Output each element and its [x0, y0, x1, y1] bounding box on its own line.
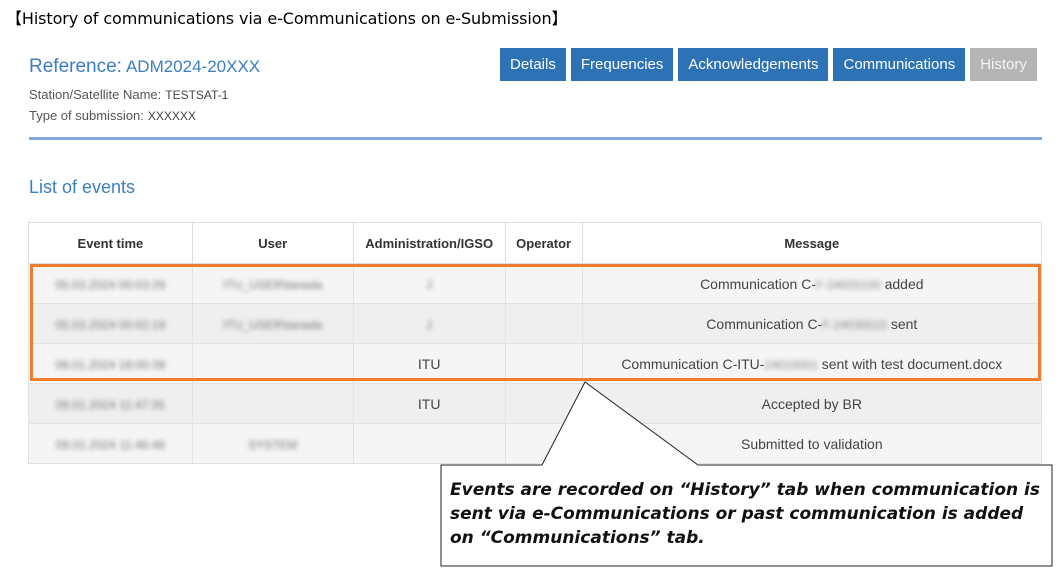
station-value: TESTSAT-1 — [165, 88, 229, 102]
administration-cell: J — [352, 303, 506, 344]
tab-acknowledgements[interactable]: Acknowledgements — [678, 48, 829, 81]
tab-details[interactable]: Details — [500, 48, 566, 81]
submission-type-value: XXXXXX — [147, 109, 196, 123]
operator-cell — [504, 383, 583, 424]
user-cell: SYSTEM — [191, 423, 354, 464]
event-time-cell: 09.01.2024 11:46:46 — [28, 423, 193, 464]
message-cell: Submitted to validation — [581, 423, 1043, 464]
tab-bar: Details Frequencies Acknowledgements Com… — [500, 48, 1037, 81]
message-cell: Communication C-F-24030015 sent — [581, 303, 1043, 344]
table-row[interactable]: 05.03.2024 00:03:29 ITU_USER\tanada J Co… — [28, 263, 1043, 304]
event-time-cell: 09.01.2024 11:47:35 — [28, 383, 193, 424]
document-title: 【History of communications via e-Communi… — [6, 9, 568, 28]
administration-cell: ITU — [352, 383, 506, 424]
station-info: Station/Satellite Name: TESTSAT-1 — [29, 87, 228, 102]
column-header-event-time[interactable]: Event time — [28, 222, 193, 264]
event-time-cell: 05.03.2024 00:03:29 — [28, 263, 193, 304]
submission-type-info: Type of submission: XXXXXX — [29, 108, 196, 123]
operator-cell — [504, 343, 583, 384]
administration-cell — [352, 423, 506, 464]
reference-label: Reference: — [29, 56, 122, 77]
administration-cell: J — [352, 263, 506, 304]
redacted-id: F-24030015 — [822, 317, 887, 332]
event-time-cell: 05.03.2024 00:02:19 — [28, 303, 193, 344]
user-cell: ITU_USER\tanada — [191, 303, 354, 344]
operator-cell — [504, 303, 583, 344]
column-header-user[interactable]: User — [191, 222, 354, 264]
header-divider — [29, 137, 1042, 140]
table-row[interactable]: 09.01.2024 18:00:39 ITU Communication C-… — [28, 343, 1043, 384]
reference-value: ADM2024-20XXX — [125, 57, 261, 76]
column-header-message[interactable]: Message — [581, 222, 1043, 264]
tab-history[interactable]: History — [970, 48, 1037, 81]
callout-text: Events are recorded on “History” tab whe… — [450, 480, 1041, 548]
events-title: List of events — [29, 177, 136, 197]
message-cell: Communication C-F-24020100 added — [581, 263, 1043, 304]
operator-cell — [504, 263, 583, 304]
table-row[interactable]: 05.03.2024 00:02:19 ITU_USER\tanada J Co… — [28, 303, 1043, 344]
station-label: Station/Satellite Name: — [29, 87, 162, 102]
user-cell: ITU_USER\tanada — [191, 263, 354, 304]
tab-frequencies[interactable]: Frequencies — [570, 48, 674, 81]
reference-line: Reference: ADM2024-20XXX — [29, 56, 260, 78]
user-cell — [191, 383, 354, 424]
table-header-row: Event time User Administration/IGSO Oper… — [28, 222, 1043, 264]
table-row[interactable]: 09.01.2024 11:47:35 ITU Accepted by BR — [28, 383, 1043, 424]
table-row[interactable]: 09.01.2024 11:46:46 SYSTEM Submitted to … — [28, 423, 1043, 464]
message-cell: Communication C-ITU-24010001 sent with t… — [581, 343, 1043, 384]
user-cell — [191, 343, 354, 384]
operator-cell — [504, 423, 583, 464]
administration-cell: ITU — [352, 343, 506, 384]
redacted-id: 24010001 — [764, 357, 818, 372]
redacted-id: F-24020100 — [816, 277, 881, 292]
submission-type-label: Type of submission: — [29, 108, 144, 123]
events-table: Event time User Administration/IGSO Oper… — [28, 222, 1043, 464]
column-header-operator[interactable]: Operator — [504, 222, 583, 264]
event-time-cell: 09.01.2024 18:00:39 — [28, 343, 193, 384]
message-cell: Accepted by BR — [581, 383, 1043, 424]
tab-communications[interactable]: Communications — [833, 48, 966, 81]
column-header-administration[interactable]: Administration/IGSO — [352, 222, 506, 264]
